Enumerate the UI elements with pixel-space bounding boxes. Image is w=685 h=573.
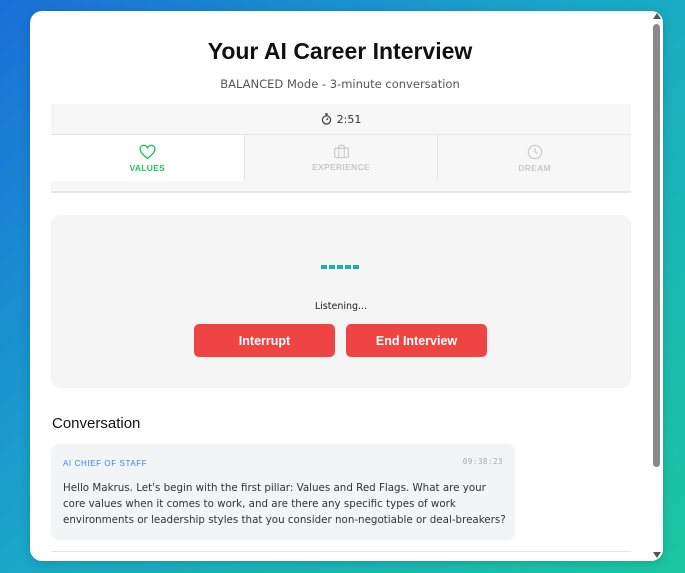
pillar-panel: 2:51 VALUES EXPERIENCE DREAM (51, 104, 631, 193)
conversation-title: Conversation (52, 415, 141, 432)
listening-panel: Listening... Interrupt End Interview (51, 215, 631, 388)
message-timestamp: 09:38:23 (462, 457, 503, 466)
message-text: Hello Makrus. Let's begin with the first… (63, 482, 506, 526)
listening-status: Listening... (314, 301, 368, 312)
main-content: Your AI Career Interview BALANCED Mode -… (30, 11, 650, 561)
interview-card: Your AI Career Interview BALANCED Mode -… (30, 11, 663, 561)
clock-icon (527, 144, 542, 159)
briefcase-icon (333, 144, 349, 159)
end-interview-button[interactable]: End Interview (346, 324, 487, 357)
tab-dream[interactable]: DREAM (438, 135, 631, 181)
scroll-up-arrow-icon[interactable] (653, 13, 661, 19)
message-bubble: AI CHIEF OF STAFF 09:38:23 Hello Makrus.… (51, 444, 515, 540)
heart-icon (139, 144, 156, 159)
tab-dream-label: DREAM (518, 162, 552, 173)
tab-values[interactable]: VALUES (51, 135, 245, 181)
scroll-down-arrow-icon[interactable] (653, 552, 661, 558)
page-subtitle: BALANCED Mode - 3-minute conversation (220, 77, 460, 91)
pillar-tabs: VALUES EXPERIENCE DREAM (51, 135, 631, 181)
scrollbar-thumb[interactable] (653, 24, 660, 467)
message-sender: AI CHIEF OF STAFF (63, 459, 148, 468)
interrupt-button[interactable]: Interrupt (194, 324, 335, 357)
page-title: Your AI Career Interview (207, 38, 473, 64)
timer-value: 2:51 (336, 112, 362, 126)
audio-wave-icon (321, 265, 359, 269)
timer: 2:51 (51, 104, 631, 135)
divider (51, 551, 631, 552)
tab-values-label: VALUES (129, 162, 166, 173)
stopwatch-icon (321, 113, 331, 125)
tab-experience[interactable]: EXPERIENCE (245, 135, 439, 181)
scrollbar[interactable] (650, 11, 663, 561)
tab-experience-label: EXPERIENCE (312, 162, 370, 172)
